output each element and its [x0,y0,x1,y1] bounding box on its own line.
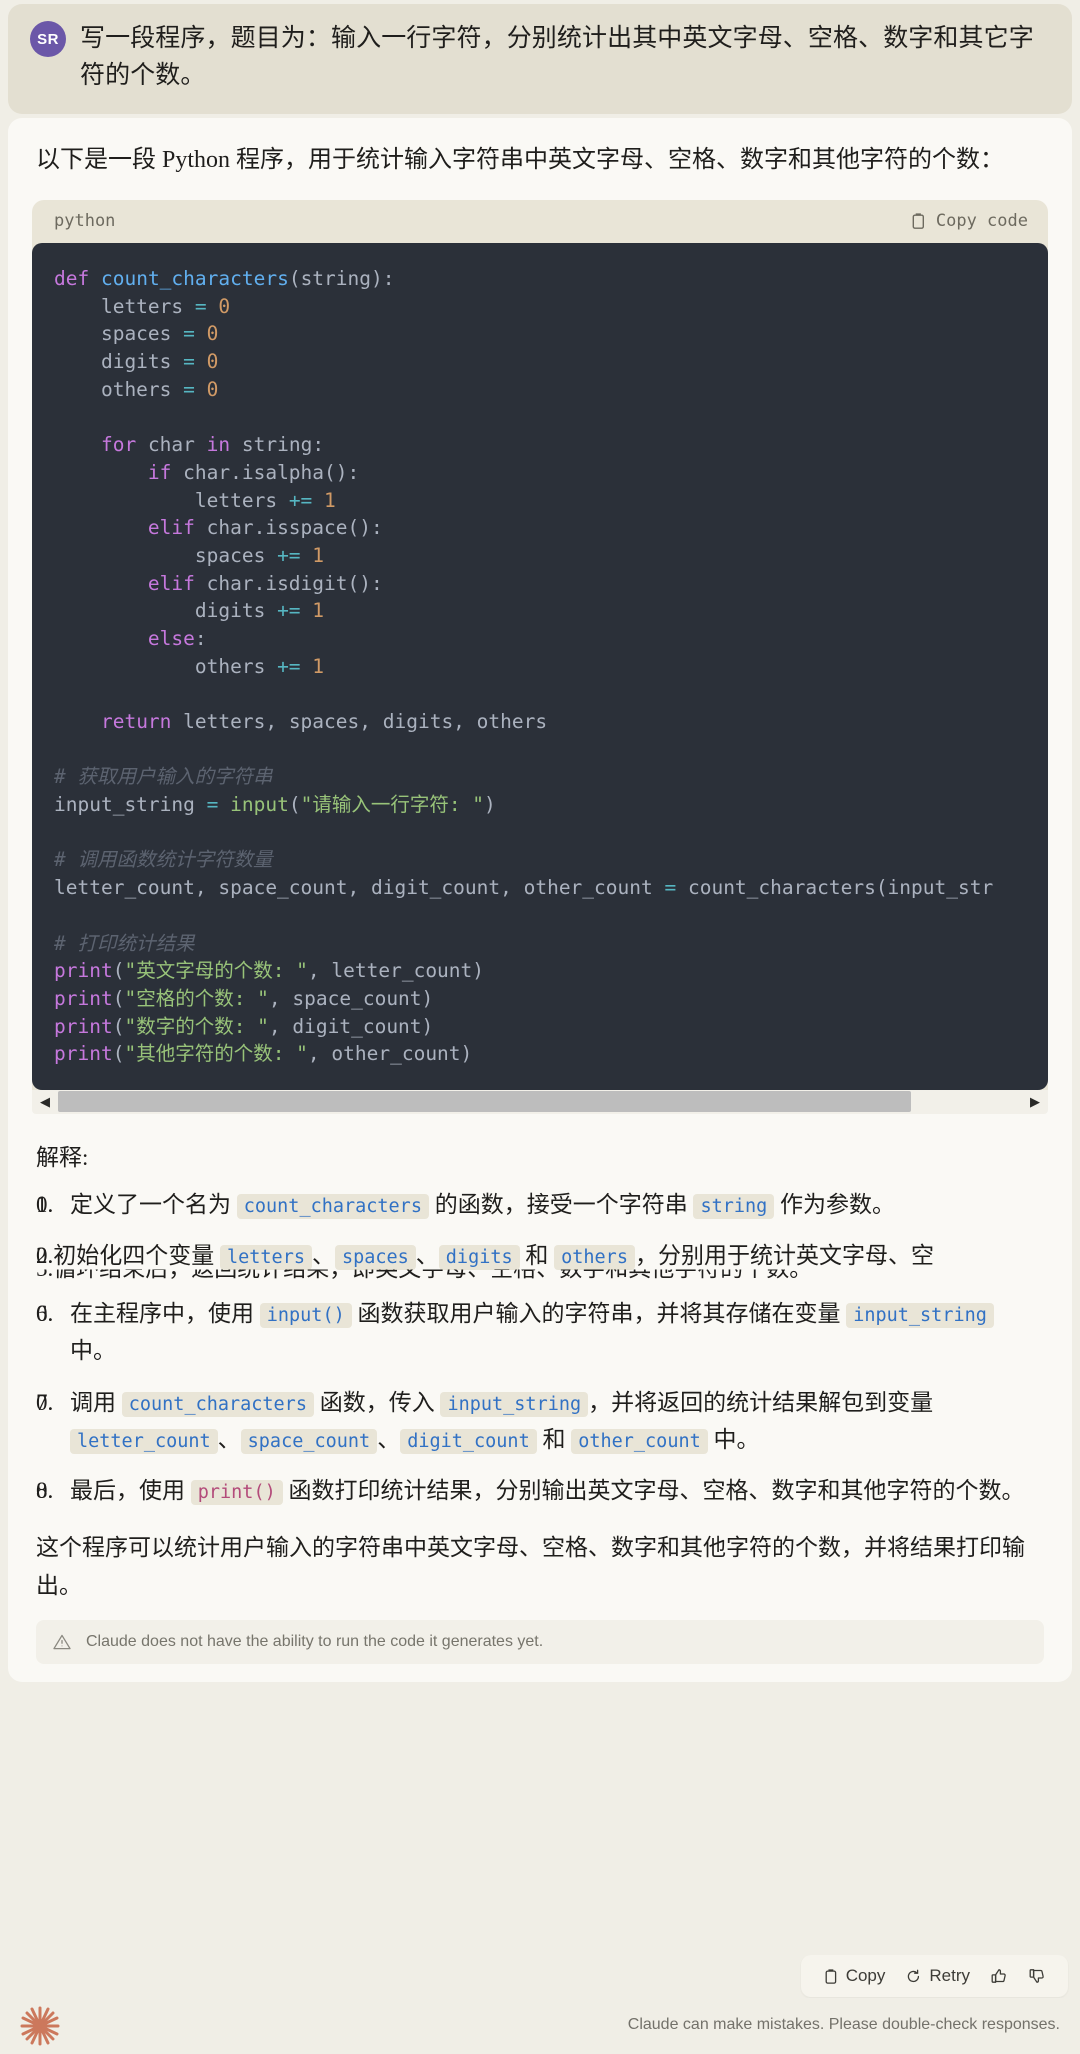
warning-triangle-icon [52,1632,72,1652]
list-item-number: 7. [36,1389,54,1415]
inline-code: space_count [240,1428,378,1454]
list-item: 5.循环结束后，返回统计结果，即英文字母、空格、数字和其他字符的个数。 [36,1256,813,1282]
list-item: 8. 最后，使用 print() 函数打印统计结果，分别输出英文字母、空格、数字和… [36,1472,1044,1510]
thumbs-down-button[interactable] [1018,1963,1056,1989]
list-item: 7. 调用 count_characters 函数，传入 input_string… [36,1384,1044,1459]
code-body: def count_characters(string): letters = … [32,243,1048,1090]
refresh-icon [905,1968,922,1985]
assistant-message: 以下是一段 Python 程序，用于统计输入字符串中英文字母、空格、数字和其他字… [8,118,1072,1682]
inline-code: count_characters [236,1193,429,1219]
thumbs-up-icon [990,1967,1008,1985]
inline-code: input() [259,1303,352,1329]
list-item-number: 1. [36,1191,54,1217]
scrollbar-track[interactable] [58,1089,1022,1114]
thumbs-up-button[interactable] [980,1963,1018,1989]
inline-code: string [693,1193,775,1219]
scroll-right-arrow-icon[interactable]: ▶ [1022,1090,1048,1114]
code-block: python Copy code def count_characters(st… [32,200,1048,1090]
inline-code: other_count [571,1428,708,1454]
disclaimer-text: Claude does not have the ability to run … [86,1632,544,1650]
explanation-steps: 1. 定义了一个名为 count_characters 的函数，接受一个字符串 s… [36,1186,1044,1510]
retry-button[interactable]: Retry [895,1962,980,1990]
inline-code: letter_count [70,1428,218,1454]
inline-code: count_characters [121,1391,314,1417]
list-item: 2.初始化四个变量 letters、 spaces、 digits 和 others… [36,1237,1044,1281]
list-item-number: 6. [36,1301,54,1327]
inline-code: input_string [846,1303,994,1329]
footer-note: Claude can make mistakes. Please double-… [627,2016,1060,2033]
code-run-disclaimer: Claude does not have the ability to run … [36,1619,1044,1664]
copy-button[interactable]: Copy [813,1962,896,1990]
scroll-left-arrow-icon[interactable]: ◀ [32,1090,58,1114]
scrollbar-thumb[interactable] [58,1090,912,1112]
copy-label: Copy [845,1966,886,1985]
inline-code: print() [190,1480,283,1506]
avatar: SR [30,21,66,57]
code-block-header: python Copy code [32,200,1048,243]
inline-code: digit_count [400,1428,537,1454]
code-text: def count_characters(string): letters = … [54,267,994,1066]
anthropic-starburst-logo [16,2002,64,2054]
clipboard-icon [823,1968,839,1985]
thumbs-down-icon [1028,1967,1046,1985]
retry-label: Retry [929,1966,970,1985]
list-item-number: 8. [36,1478,54,1504]
closing-paragraph: 这个程序可以统计用户输入的字符串中英文字母、空格、数字和其他字符的个数，并将结果… [36,1535,1025,1598]
inline-code: input_string [440,1391,589,1417]
copy-code-button[interactable]: Copy code [910,211,1028,231]
copy-code-label: Copy code [935,211,1028,231]
clipboard-icon [910,212,927,230]
user-message: SR 写一段程序，题目为：输入一行字符，分别统计出其中英文字母、空格、数字和其它… [8,4,1072,114]
user-message-text: 写一段程序，题目为：输入一行字符，分别统计出其中英文字母、空格、数字和其它字符的… [80,25,1034,89]
chat-screen: SR 写一段程序，题目为：输入一行字符，分别统计出其中英文字母、空格、数字和其它… [0,0,1080,2054]
assistant-intro-text: 以下是一段 Python 程序，用于统计输入字符串中英文字母、空格、数字和其他字… [36,147,1005,173]
footer: Claude can make mistakes. Please double-… [0,1998,1080,2054]
code-horizontal-scrollbar[interactable]: ◀ ▶ [32,1089,1048,1114]
message-action-bar: Copy Retry [800,1955,1068,1997]
code-language-label: python [54,211,116,231]
explanation-heading: 解释: [36,1144,89,1170]
list-item: 6. 在主程序中，使用 input() 函数获取用户输入的字符串，并将其存储在变量… [36,1295,1044,1370]
list-item: 1. 定义了一个名为 count_characters 的函数，接受一个字符串 s… [36,1186,1044,1224]
